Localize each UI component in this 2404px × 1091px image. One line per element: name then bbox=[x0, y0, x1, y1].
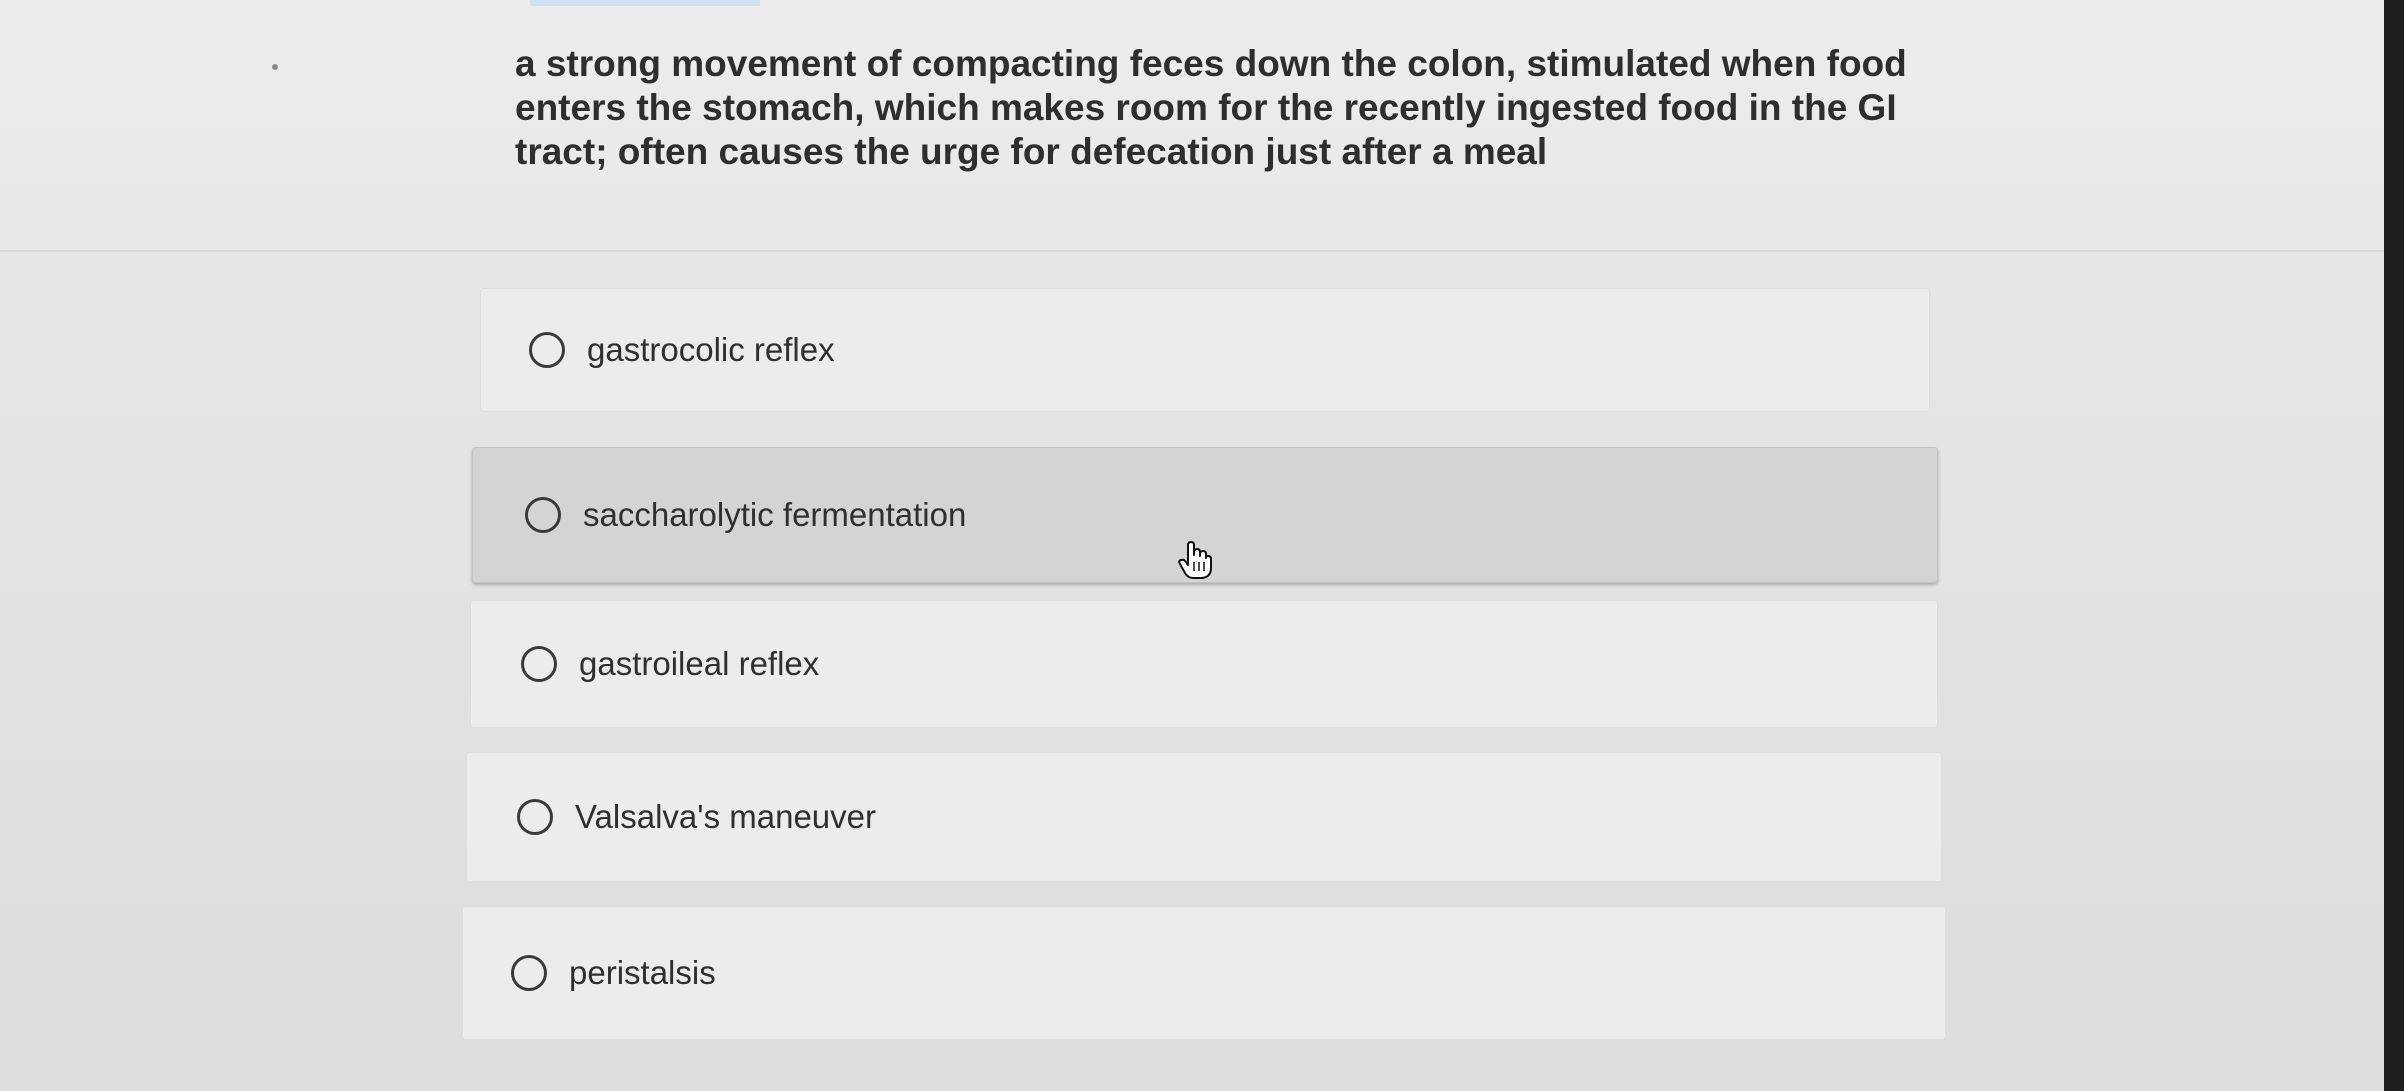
answer-option-label: gastroileal reflex bbox=[579, 645, 820, 682]
radio-button-unchecked-icon[interactable] bbox=[511, 955, 547, 991]
answer-option-gastroileal-reflex[interactable]: gastroileal reflex bbox=[470, 600, 1938, 728]
radio-button-unchecked-icon[interactable] bbox=[529, 332, 565, 368]
radio-button-unchecked-icon[interactable] bbox=[521, 646, 557, 682]
answer-option-label: gastrocolic reflex bbox=[587, 331, 835, 368]
answer-option-valsalvas-maneuver[interactable]: Valsalva's maneuver bbox=[466, 752, 1942, 882]
answer-option-label: Valsalva's maneuver bbox=[575, 798, 876, 835]
answer-option-label: peristalsis bbox=[569, 954, 716, 991]
radio-button-unchecked-icon[interactable] bbox=[525, 497, 561, 533]
answer-option-gastrocolic-reflex[interactable]: gastrocolic reflex bbox=[480, 288, 1930, 412]
hand-pointer-cursor-icon bbox=[1178, 540, 1212, 580]
answer-option-label: saccharolytic fermentation bbox=[583, 496, 967, 533]
answer-option-peristalsis[interactable]: peristalsis bbox=[462, 906, 1946, 1040]
radio-button-unchecked-icon[interactable] bbox=[517, 799, 553, 835]
